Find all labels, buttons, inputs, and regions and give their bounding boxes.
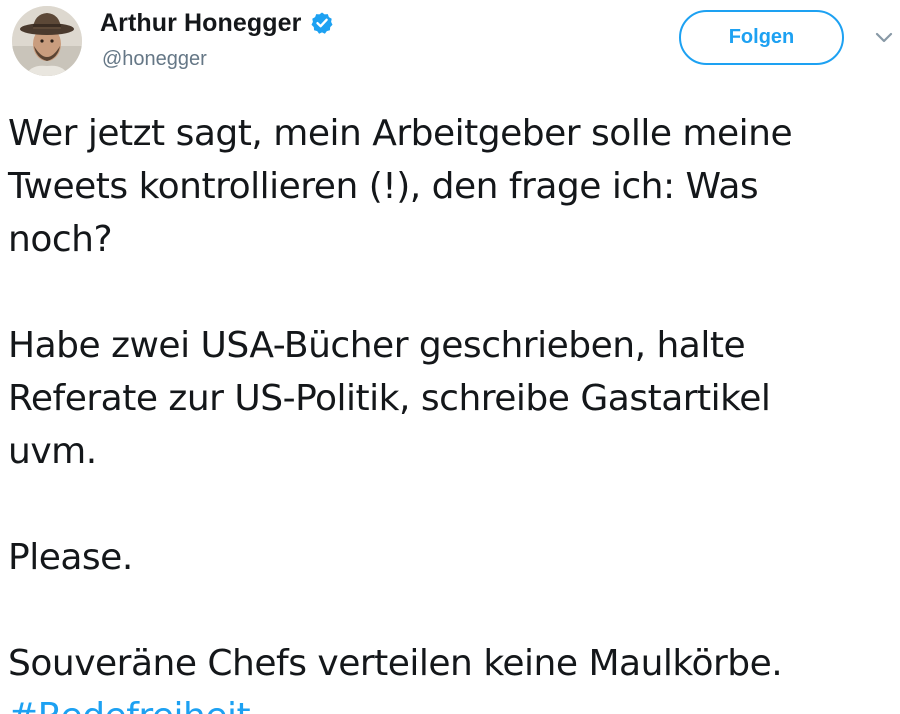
tweet-paragraph: Please. (8, 531, 888, 584)
tweet-card: Arthur Honegger @honegger Folgen Wer jet… (0, 0, 900, 714)
tweet-header: Arthur Honegger @honegger Folgen (0, 0, 900, 90)
hashtag-line: #Redefreiheit (8, 690, 888, 714)
tweet-line: Tweets kontrollieren (!), den frage ich:… (8, 166, 759, 207)
follow-button[interactable]: Folgen (679, 10, 844, 65)
tweet-line: uvm. (8, 431, 97, 472)
hashtag-link[interactable]: #Redefreiheit (8, 696, 251, 714)
author-display-name[interactable]: Arthur Honegger (100, 9, 302, 38)
author-handle[interactable]: @honegger (102, 48, 207, 71)
verified-badge-icon (310, 11, 334, 35)
tweet-line: Souveräne Chefs verteilen keine Maulkörb… (8, 643, 783, 684)
tweet-text: Wer jetzt sagt, mein Arbeitgeber solle m… (8, 107, 888, 714)
tweet-paragraph: Habe zwei USA-Bücher geschrieben, halte … (8, 319, 888, 478)
avatar-image (12, 6, 82, 76)
author-name-row: Arthur Honegger (100, 6, 334, 40)
tweet-line: Wer jetzt sagt, mein Arbeitgeber solle m… (8, 113, 793, 154)
tweet-line: noch? (8, 219, 113, 260)
tweet-line: Please. (8, 537, 133, 578)
chevron-down-icon[interactable] (872, 28, 896, 48)
tweet-line: Referate zur US-Politik, schreibe Gastar… (8, 378, 771, 419)
tweet-line: Habe zwei USA-Bücher geschrieben, halte (8, 325, 746, 366)
avatar[interactable] (12, 6, 82, 76)
tweet-paragraph: Wer jetzt sagt, mein Arbeitgeber solle m… (8, 107, 888, 266)
tweet-paragraph: Souveräne Chefs verteilen keine Maulkörb… (8, 637, 888, 714)
